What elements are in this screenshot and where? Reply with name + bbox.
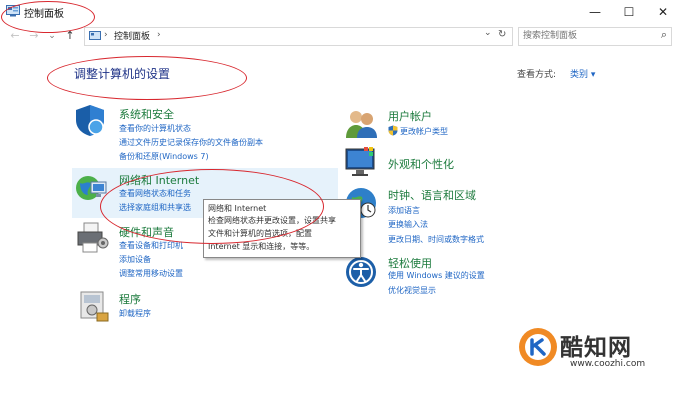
address-dropdown-icon[interactable]: ⌄	[484, 28, 492, 38]
minimize-button[interactable]: —	[578, 0, 612, 24]
link-backup-restore[interactable]: 备份和还原(Windows 7)	[119, 151, 209, 162]
link-add-language[interactable]: 添加语言	[388, 205, 420, 216]
coozhi-logo-icon	[519, 328, 557, 366]
watermark-name: 酷知网	[560, 335, 632, 361]
uac-shield-icon	[388, 125, 398, 136]
link-mobility-settings[interactable]: 调整常用移动设置	[119, 268, 183, 279]
appearance-monitor-icon[interactable]	[344, 145, 378, 179]
programs-icon[interactable]	[77, 289, 111, 323]
category-clock-language-region[interactable]: 时钟、语言和区域	[388, 187, 476, 203]
link-uninstall-program[interactable]: 卸载程序	[119, 308, 151, 319]
link-change-date-time-format[interactable]: 更改日期、时间或数字格式	[388, 234, 484, 245]
annotation-ellipse-heading	[47, 56, 247, 100]
user-accounts-icon[interactable]	[344, 106, 378, 140]
address-root-chevron-icon[interactable]: ›	[104, 30, 108, 40]
category-ease-of-access[interactable]: 轻松使用	[388, 255, 432, 271]
link-view-computer-status[interactable]: 查看你的计算机状态	[119, 123, 191, 134]
ease-of-access-icon[interactable]	[344, 255, 378, 289]
printer-icon[interactable]	[75, 221, 109, 255]
link-optimize-visual-display[interactable]: 优化视觉显示	[388, 285, 436, 296]
search-box[interactable]: ⌕	[518, 27, 672, 46]
category-system-security[interactable]: 系统和安全	[119, 106, 174, 122]
shield-icon[interactable]	[73, 103, 107, 137]
category-programs[interactable]: 程序	[119, 291, 141, 307]
refresh-icon[interactable]: ↻	[498, 29, 506, 40]
close-button[interactable]: ✕	[646, 0, 680, 24]
link-add-device[interactable]: 添加设备	[119, 254, 151, 265]
link-file-history-backup[interactable]: 通过文件历史记录保存你的文件备份副本	[119, 137, 263, 148]
watermark-url: www.coozhi.com	[570, 359, 646, 369]
view-by-label: 查看方式:	[517, 70, 557, 80]
annotation-ellipse-title	[1, 1, 95, 33]
view-by-dropdown[interactable]: 类别 ▾	[570, 67, 595, 80]
address-chevron-icon[interactable]: ›	[157, 30, 161, 40]
address-path[interactable]: 控制面板	[114, 29, 150, 42]
search-icon[interactable]: ⌕	[661, 28, 667, 42]
link-change-account-type[interactable]: 更改帐户类型	[400, 126, 448, 137]
search-input[interactable]	[523, 29, 651, 43]
category-user-accounts[interactable]: 用户帐户	[388, 108, 432, 124]
back-button[interactable]: ←	[8, 29, 22, 43]
maximize-button[interactable]: ☐	[612, 0, 646, 24]
control-panel-small-icon	[89, 31, 101, 40]
annotation-ellipse-network	[100, 169, 324, 244]
link-change-input-method[interactable]: 更换输入法	[388, 219, 428, 230]
link-windows-recommended-settings[interactable]: 使用 Windows 建议的设置	[388, 270, 485, 281]
category-appearance-personalization[interactable]: 外观和个性化	[388, 156, 454, 172]
